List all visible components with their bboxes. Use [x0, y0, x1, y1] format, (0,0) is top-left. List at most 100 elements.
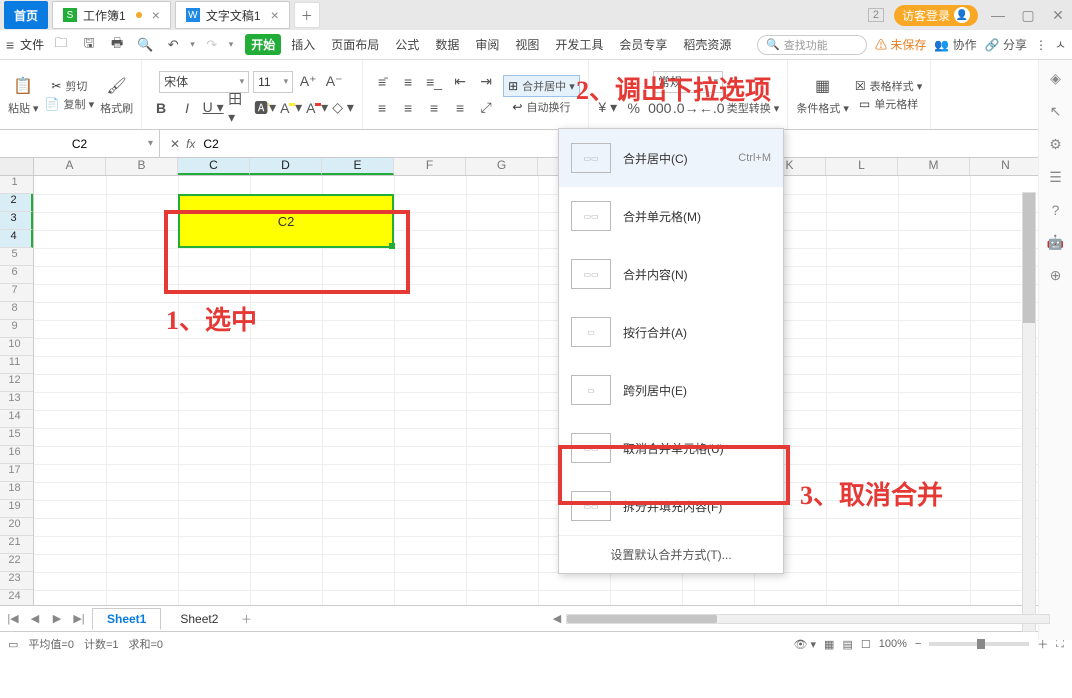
ribbon-tab-docer[interactable]: 稻壳资源 [677, 34, 737, 55]
row-2[interactable]: 2 [0, 194, 33, 212]
col-D[interactable]: D [250, 158, 322, 175]
ribbon-tab-layout[interactable]: 页面布局 [325, 34, 385, 55]
merge-center-button[interactable]: ⊞合并居中 ▾ [503, 75, 580, 97]
menu-file[interactable]: 文件 [20, 36, 44, 53]
ribbon-tab-devtools[interactable]: 开发工具 [549, 34, 609, 55]
burger-icon[interactable]: ≡ [6, 37, 14, 53]
row-18[interactable]: 18 [0, 482, 33, 500]
dd-merge-rows[interactable]: ▭ 按行合并(A) [559, 303, 783, 361]
row-11[interactable]: 11 [0, 356, 33, 374]
dd-default-merge[interactable]: 设置默认合并方式(T)... [559, 535, 783, 573]
dd-center-across[interactable]: ▭ 跨列居中(E) [559, 361, 783, 419]
row-3[interactable]: 3 [0, 212, 33, 230]
eye-icon[interactable]: 👁 ▾ [793, 638, 816, 651]
tab-home[interactable]: 首页 [4, 1, 48, 29]
increase-font-button[interactable]: A⁺ [297, 71, 319, 93]
highlight-color-button[interactable]: A▾ [280, 97, 302, 119]
open-icon[interactable]: 🗀 [50, 34, 72, 56]
redo-drop[interactable]: ▾ [229, 39, 234, 50]
side-clipboard-icon[interactable]: ☰ [1049, 169, 1062, 186]
undo-drop[interactable]: ▾ [190, 39, 195, 50]
ribbon-tab-member[interactable]: 会员专享 [613, 34, 673, 55]
col-F[interactable]: F [394, 158, 466, 175]
ribbon-tab-data[interactable]: 数据 [429, 34, 465, 55]
zoom-label[interactable]: 100% [879, 638, 907, 650]
row-19[interactable]: 19 [0, 500, 33, 518]
paste-button[interactable]: 📋粘贴 ▾ [8, 74, 39, 116]
row-21[interactable]: 21 [0, 536, 33, 554]
align-top-button[interactable]: ≡̄ [371, 71, 393, 93]
name-box-input[interactable] [35, 136, 125, 152]
login-chip[interactable]: 访客登录 👤 [894, 5, 978, 26]
font-size-select[interactable]: 11▾ [253, 71, 293, 93]
row-10[interactable]: 10 [0, 338, 33, 356]
chevron-down-icon[interactable]: ▾ [148, 138, 153, 149]
row-1[interactable]: 1 [0, 176, 33, 194]
dd-merge-cells[interactable]: ▭▭ 合并单元格(M) [559, 187, 783, 245]
row-9[interactable]: 9 [0, 320, 33, 338]
outdent-button[interactable]: ⇤ [449, 71, 471, 93]
format-painter-button[interactable]: 🖌格式刷 [100, 74, 133, 116]
row-8[interactable]: 8 [0, 302, 33, 320]
row-6[interactable]: 6 [0, 266, 33, 284]
search-input[interactable]: 🔍查找功能 [757, 35, 867, 55]
sheet-first-button[interactable]: |◀ [4, 612, 22, 625]
justify-button[interactable]: ≡ [449, 97, 471, 119]
sheet-tab-1[interactable]: Sheet1 [92, 608, 161, 630]
side-settings-icon[interactable]: ⚙ [1049, 136, 1062, 153]
row-23[interactable]: 23 [0, 572, 33, 590]
col-N[interactable]: N [970, 158, 1042, 175]
dd-merge-content[interactable]: ▭▭ 合并内容(N) [559, 245, 783, 303]
decrease-font-button[interactable]: A⁻ [323, 71, 345, 93]
new-tab-button[interactable]: ＋ [294, 2, 320, 28]
horizontal-scrollbar[interactable]: ◀ ▶ [548, 612, 1068, 625]
row-22[interactable]: 22 [0, 554, 33, 572]
col-G[interactable]: G [466, 158, 538, 175]
bold-button[interactable]: B [150, 97, 172, 119]
tab-doc2[interactable]: W 文字文稿1 × [175, 1, 290, 29]
redo-icon[interactable]: ↷ [201, 34, 223, 56]
view-page-icon[interactable]: ▤ [842, 638, 852, 651]
v-scroll-thumb[interactable] [1023, 193, 1035, 323]
sheet-last-button[interactable]: ▶| [70, 612, 88, 625]
h-scroll-thumb[interactable] [567, 615, 717, 623]
col-E[interactable]: E [322, 158, 394, 175]
row-24[interactable]: 24 [0, 590, 33, 606]
cancel-fx-icon[interactable]: ✕ [170, 137, 180, 151]
wrap-text-button[interactable]: ↩自动换行 [512, 99, 570, 115]
sheet-next-button[interactable]: ▶ [48, 612, 66, 625]
collab-label[interactable]: 👥 协作 [934, 36, 976, 53]
col-B[interactable]: B [106, 158, 178, 175]
row-7[interactable]: 7 [0, 284, 33, 302]
copy-button[interactable]: 📄复制 ▾ [45, 96, 95, 112]
align-right-button[interactable]: ≡ [423, 97, 445, 119]
ribbon-tab-formula[interactable]: 公式 [389, 34, 425, 55]
col-A[interactable]: A [34, 158, 106, 175]
name-box[interactable]: ▾ [0, 130, 160, 157]
share-label[interactable]: 🔗 分享 [985, 36, 1027, 53]
table-style-button[interactable]: ☒表格样式 ▾ [855, 78, 922, 94]
more-menu-icon[interactable]: ⋮ [1035, 38, 1047, 52]
col-C[interactable]: C [178, 158, 250, 175]
notif-badge[interactable]: 2 [868, 8, 884, 22]
align-middle-button[interactable]: ≡ [397, 71, 419, 93]
clear-format-button[interactable]: ◇ ▾ [332, 97, 354, 119]
zoom-out-button[interactable]: − [915, 638, 921, 650]
align-center-button[interactable]: ≡ [397, 97, 419, 119]
ribbon-tab-view[interactable]: 视图 [509, 34, 545, 55]
cell-style-button[interactable]: ▭单元格样 [859, 96, 918, 112]
col-L[interactable]: L [826, 158, 898, 175]
close-window-button[interactable]: ✕ [1048, 7, 1068, 24]
align-left-button[interactable]: ≡ [371, 97, 393, 119]
sheet-prev-button[interactable]: ◀ [26, 612, 44, 625]
border-button[interactable]: 田 ▾ [228, 97, 250, 119]
vertical-scrollbar[interactable] [1022, 192, 1036, 632]
not-saved-label[interactable]: ⚠ 未保存 [875, 36, 926, 53]
row-20[interactable]: 20 [0, 518, 33, 536]
row-4[interactable]: 4 [0, 230, 33, 248]
side-select-icon[interactable]: ↖ [1050, 103, 1062, 120]
italic-button[interactable]: I [176, 97, 198, 119]
indent-button[interactable]: ⇥ [475, 71, 497, 93]
underline-button[interactable]: U ▾ [202, 97, 224, 119]
ribbon-tab-insert[interactable]: 插入 [285, 34, 321, 55]
